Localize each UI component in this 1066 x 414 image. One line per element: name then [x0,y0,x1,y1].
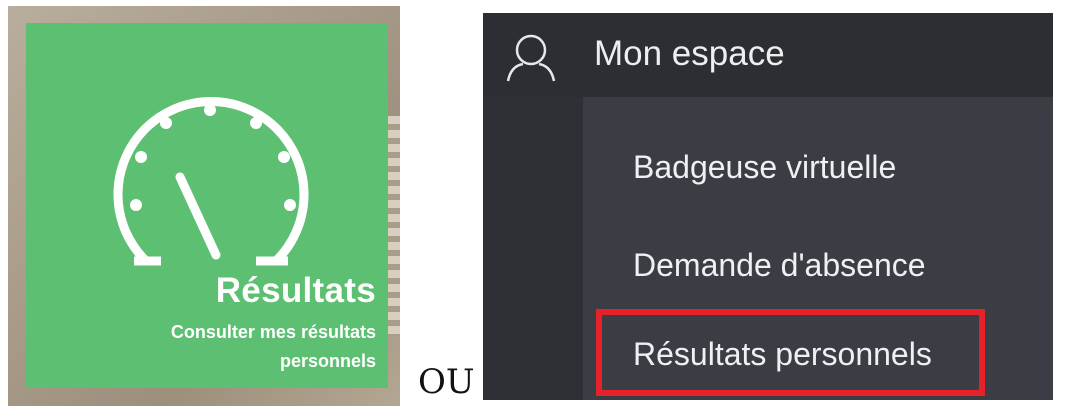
menu-item-badgeuse-virtuelle[interactable]: Badgeuse virtuelle [583,124,1053,214]
menu-header-label: Mon espace [594,34,785,73]
or-separator: OU [418,362,475,402]
tile-subtitle: Consulter mes résultats personnels [170,322,376,371]
results-tile[interactable]: Résultats Consulter mes résultats person… [26,23,388,388]
tile-title: Résultats [215,271,376,310]
user-icon [506,34,556,82]
gauge-icon [113,97,309,266]
menu-item-label: Badgeuse virtuelle [633,149,897,185]
menu-item-label: Demande d'absence [633,247,926,283]
menu-item-demande-absence[interactable]: Demande d'absence [583,222,1053,312]
highlight-box [596,309,985,396]
menu-header-mon-espace[interactable]: Mon espace [483,13,1053,97]
